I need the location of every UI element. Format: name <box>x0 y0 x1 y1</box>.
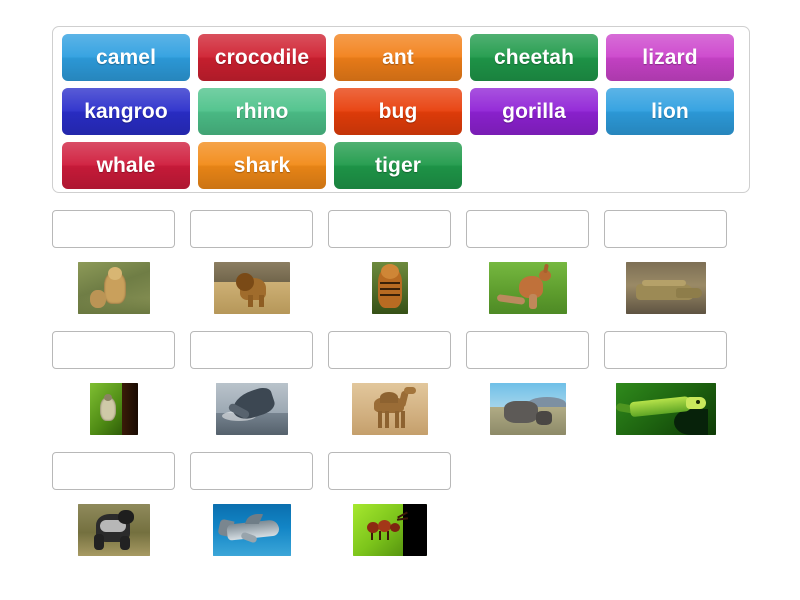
answer-slot-ant <box>328 452 451 557</box>
drop-box[interactable] <box>52 452 175 490</box>
answer-slot-kangaroo <box>466 210 589 315</box>
word-tile-label: lizard <box>642 45 698 69</box>
drop-box[interactable] <box>190 452 313 490</box>
word-tile-label: cheetah <box>493 45 575 69</box>
word-tile-gorilla[interactable]: gorilla <box>470 88 598 135</box>
word-tile-label: shark <box>233 153 291 177</box>
answer-slot-tiger <box>328 210 451 315</box>
thumbnail-wrap <box>213 260 290 315</box>
word-tile-kangroo[interactable]: kangroo <box>62 88 190 135</box>
word-tile-bug[interactable]: bug <box>334 88 462 135</box>
drop-box[interactable] <box>52 331 175 369</box>
lion-image <box>213 261 290 314</box>
answer-slot-cheetah <box>52 210 175 315</box>
thumbnail-wrap <box>352 502 427 557</box>
answer-slot-lizard <box>604 331 727 436</box>
word-tile-label: lion <box>651 99 689 123</box>
lizard-image <box>615 382 716 435</box>
thumbnail-wrap <box>89 381 138 436</box>
answer-row <box>52 331 752 436</box>
answer-slot-whale <box>190 331 313 436</box>
crocodile-image <box>625 261 706 314</box>
word-tile-label: bug <box>378 99 418 123</box>
answer-slot-rhino <box>466 331 589 436</box>
word-tile-rhino[interactable]: rhino <box>198 88 326 135</box>
drop-box[interactable] <box>466 331 589 369</box>
thumbnail-wrap <box>77 260 150 315</box>
answer-row <box>52 210 752 315</box>
word-tile-label: rhino <box>235 99 289 123</box>
drop-box[interactable] <box>328 452 451 490</box>
drop-box[interactable] <box>190 210 313 248</box>
answer-slot-crocodile <box>604 210 727 315</box>
word-tile-lizard[interactable]: lizard <box>606 34 734 81</box>
answer-row <box>52 452 752 557</box>
word-tile-cheetah[interactable]: cheetah <box>470 34 598 81</box>
drop-box[interactable] <box>190 331 313 369</box>
word-tile-ant[interactable]: ant <box>334 34 462 81</box>
thumbnail-wrap <box>488 260 567 315</box>
bug-image <box>89 382 138 435</box>
answer-slot-lion <box>190 210 313 315</box>
answer-area <box>52 210 752 573</box>
word-bank-panel: camel crocodile ant cheetah lizard kangr… <box>52 26 750 193</box>
drop-box[interactable] <box>604 331 727 369</box>
word-tile-shark[interactable]: shark <box>198 142 326 189</box>
shark-image <box>212 503 291 556</box>
thumbnail-wrap <box>615 381 716 436</box>
thumbnail-wrap <box>212 502 291 557</box>
word-bank-row: whale shark tiger <box>62 142 749 189</box>
answer-slot-camel <box>328 331 451 436</box>
drop-box[interactable] <box>328 331 451 369</box>
thumbnail-wrap <box>351 381 428 436</box>
thumbnail-wrap <box>489 381 566 436</box>
rhino-image <box>489 382 566 435</box>
word-tile-label: gorilla <box>502 99 566 123</box>
word-tile-label: ant <box>382 45 414 69</box>
word-tile-label: whale <box>96 153 156 177</box>
word-tile-label: kangroo <box>84 99 168 123</box>
drop-box[interactable] <box>466 210 589 248</box>
word-tile-whale[interactable]: whale <box>62 142 190 189</box>
answer-slot-bug <box>52 331 175 436</box>
drop-box[interactable] <box>52 210 175 248</box>
word-tile-label: camel <box>95 45 157 69</box>
answer-slot-shark <box>190 452 313 557</box>
word-tile-label: crocodile <box>214 45 310 69</box>
word-tile-label: tiger <box>374 153 421 177</box>
kangaroo-image <box>488 261 567 314</box>
thumbnail-wrap <box>77 502 150 557</box>
word-bank-row: kangroo rhino bug gorilla lion <box>62 88 749 135</box>
gorilla-image <box>77 503 150 556</box>
thumbnail-wrap <box>371 260 408 315</box>
drop-box[interactable] <box>328 210 451 248</box>
word-tile-tiger[interactable]: tiger <box>334 142 462 189</box>
word-tile-lion[interactable]: lion <box>606 88 734 135</box>
cheetah-image <box>77 261 150 314</box>
drop-box[interactable] <box>604 210 727 248</box>
camel-image <box>351 382 428 435</box>
whale-image <box>215 382 288 435</box>
word-tile-camel[interactable]: camel <box>62 34 190 81</box>
word-bank-row: camel crocodile ant cheetah lizard <box>62 34 749 81</box>
thumbnail-wrap <box>625 260 706 315</box>
thumbnail-wrap <box>215 381 288 436</box>
word-tile-crocodile[interactable]: crocodile <box>198 34 326 81</box>
ant-image <box>352 503 427 556</box>
answer-slot-gorilla <box>52 452 175 557</box>
tiger-image <box>371 261 408 314</box>
